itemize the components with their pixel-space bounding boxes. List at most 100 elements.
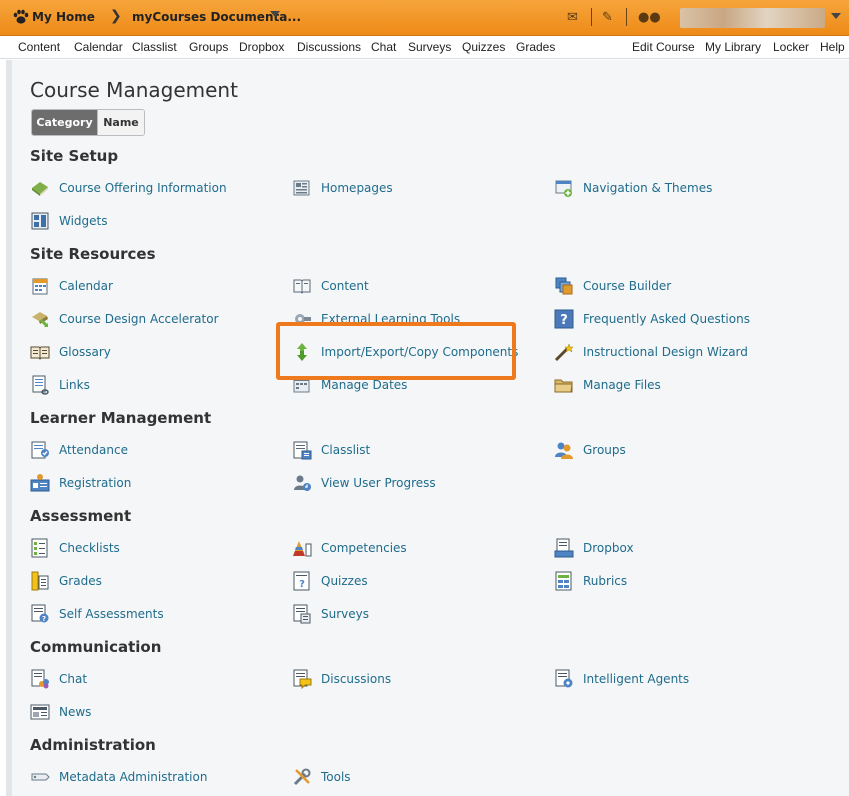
tool-link[interactable]: Groups [554,440,626,460]
tool-link[interactable]: Metadata Administration [30,767,207,787]
classlist-icon [293,441,312,460]
widget-icon [31,212,49,230]
links-icon [32,375,49,395]
tools-icon [293,768,311,786]
nav-content[interactable]: Content [18,40,60,54]
quiz-icon: ? [293,571,310,591]
course-builder-icon [555,277,573,295]
message-icon[interactable]: ✉ [567,10,578,25]
nav-groups[interactable]: Groups [189,40,228,54]
subscription-icon[interactable]: ✎ [602,10,613,25]
category-view-button[interactable]: Category [32,110,97,135]
wizard-icon [554,343,574,362]
user-progress-icon [294,475,311,491]
section-heading: Communication [30,638,162,656]
book-icon [32,182,48,196]
tool-link[interactable]: Registration [30,473,131,493]
news-icon [30,704,50,720]
tool-link[interactable]: ? Quizzes [292,571,368,591]
tool-link[interactable]: Rubrics [554,571,627,591]
nav-discussions[interactable]: Discussions [297,40,361,54]
navigation-icon [555,180,572,197]
nav-my-library[interactable]: My Library [705,40,761,54]
nav-classlist[interactable]: Classlist [132,40,177,54]
glossary-icon [30,346,50,360]
content-panel [12,60,849,796]
section-heading: Learner Management [30,409,212,427]
nav-chat[interactable]: Chat [371,40,396,54]
tool-link[interactable]: Intelligent Agents [554,669,689,689]
registration-icon [30,474,50,492]
tool-link[interactable]: Dropbox [554,538,634,558]
tool-link[interactable]: Content [292,276,369,296]
groups-icon [555,442,573,459]
tool-link[interactable]: Chat [30,669,87,689]
tool-link[interactable]: Checklists [30,538,120,558]
top-bar: My Home ❯ myCourses Documenta... ✉ ✎ ●● [0,0,849,36]
tool-link[interactable]: ? Frequently Asked Questions [554,309,750,329]
homepage-icon [293,180,310,196]
tool-link[interactable]: Homepages [292,178,393,198]
dropbox-icon [554,538,574,558]
tool-link[interactable]: Competencies [292,538,407,558]
chat-icon [31,669,49,689]
tool-link[interactable]: News [30,702,91,722]
nav-quizzes[interactable]: Quizzes [462,40,505,54]
checklist-icon [31,538,48,558]
my-home-link[interactable]: My Home [32,10,95,24]
tool-link[interactable]: Calendar [30,276,113,296]
breadcrumb-chevron-icon: ❯ [110,8,122,24]
tool-link[interactable]: Course Offering Information [30,178,227,198]
nav-dropbox[interactable]: Dropbox [239,40,284,54]
svg-text:?: ? [560,313,568,328]
tool-link[interactable]: Course Builder [554,276,671,296]
tool-link[interactable]: Glossary [30,342,111,362]
nav-help[interactable]: Help [820,40,845,54]
tool-link[interactable]: Surveys [292,604,369,624]
competencies-icon [293,541,312,557]
user-menu[interactable] [680,8,825,28]
attendance-icon [31,441,49,459]
nav-locker[interactable]: Locker [773,40,809,54]
section-heading: Site Resources [30,245,156,263]
nav-edit-course[interactable]: Edit Course [632,40,695,54]
discussions-icon [293,669,312,689]
calendar-icon [32,278,48,295]
section-heading: Site Setup [30,147,119,165]
accelerator-icon [32,312,49,328]
self-assessment-icon: ? [31,604,49,623]
tool-link[interactable]: Discussions [292,669,391,689]
section-heading: Administration [30,736,156,754]
course-dropdown-icon[interactable] [270,11,280,17]
section-heading: Assessment [30,507,132,525]
tool-link[interactable]: Navigation & Themes [554,178,712,198]
tool-link[interactable]: ? Self Assessments [30,604,164,624]
metadata-icon [31,773,50,781]
tool-link[interactable]: Widgets [30,211,108,231]
tool-link[interactable]: Grades [30,571,102,591]
nav-surveys[interactable]: Surveys [408,40,451,54]
grades-icon [31,571,49,591]
folder-icon [554,379,573,393]
svg-text:?: ? [42,615,46,623]
tool-link[interactable]: Attendance [30,440,128,460]
content-icon [293,279,311,294]
nav-calendar[interactable]: Calendar [74,40,123,54]
divider [591,8,592,26]
page-title: Course Management [30,78,238,102]
name-view-button[interactable]: Name [97,110,144,135]
user-dropdown-icon[interactable] [831,13,841,19]
highlight-box [276,322,516,380]
tool-link[interactable]: View User Progress [292,473,436,493]
paw-icon[interactable] [12,8,30,26]
tool-link[interactable]: Tools [292,767,351,787]
faq-icon: ? [554,309,574,329]
notification-icon[interactable]: ●● [638,10,661,25]
nav-grades[interactable]: Grades [516,40,555,54]
tool-link[interactable]: Instructional Design Wizard [554,342,748,362]
svg-text:?: ? [299,579,305,590]
tool-link[interactable]: Classlist [292,440,370,460]
tool-link[interactable]: Course Design Accelerator [30,309,219,329]
tool-link[interactable]: Links [30,375,90,395]
tool-link[interactable]: Manage Files [554,375,661,395]
